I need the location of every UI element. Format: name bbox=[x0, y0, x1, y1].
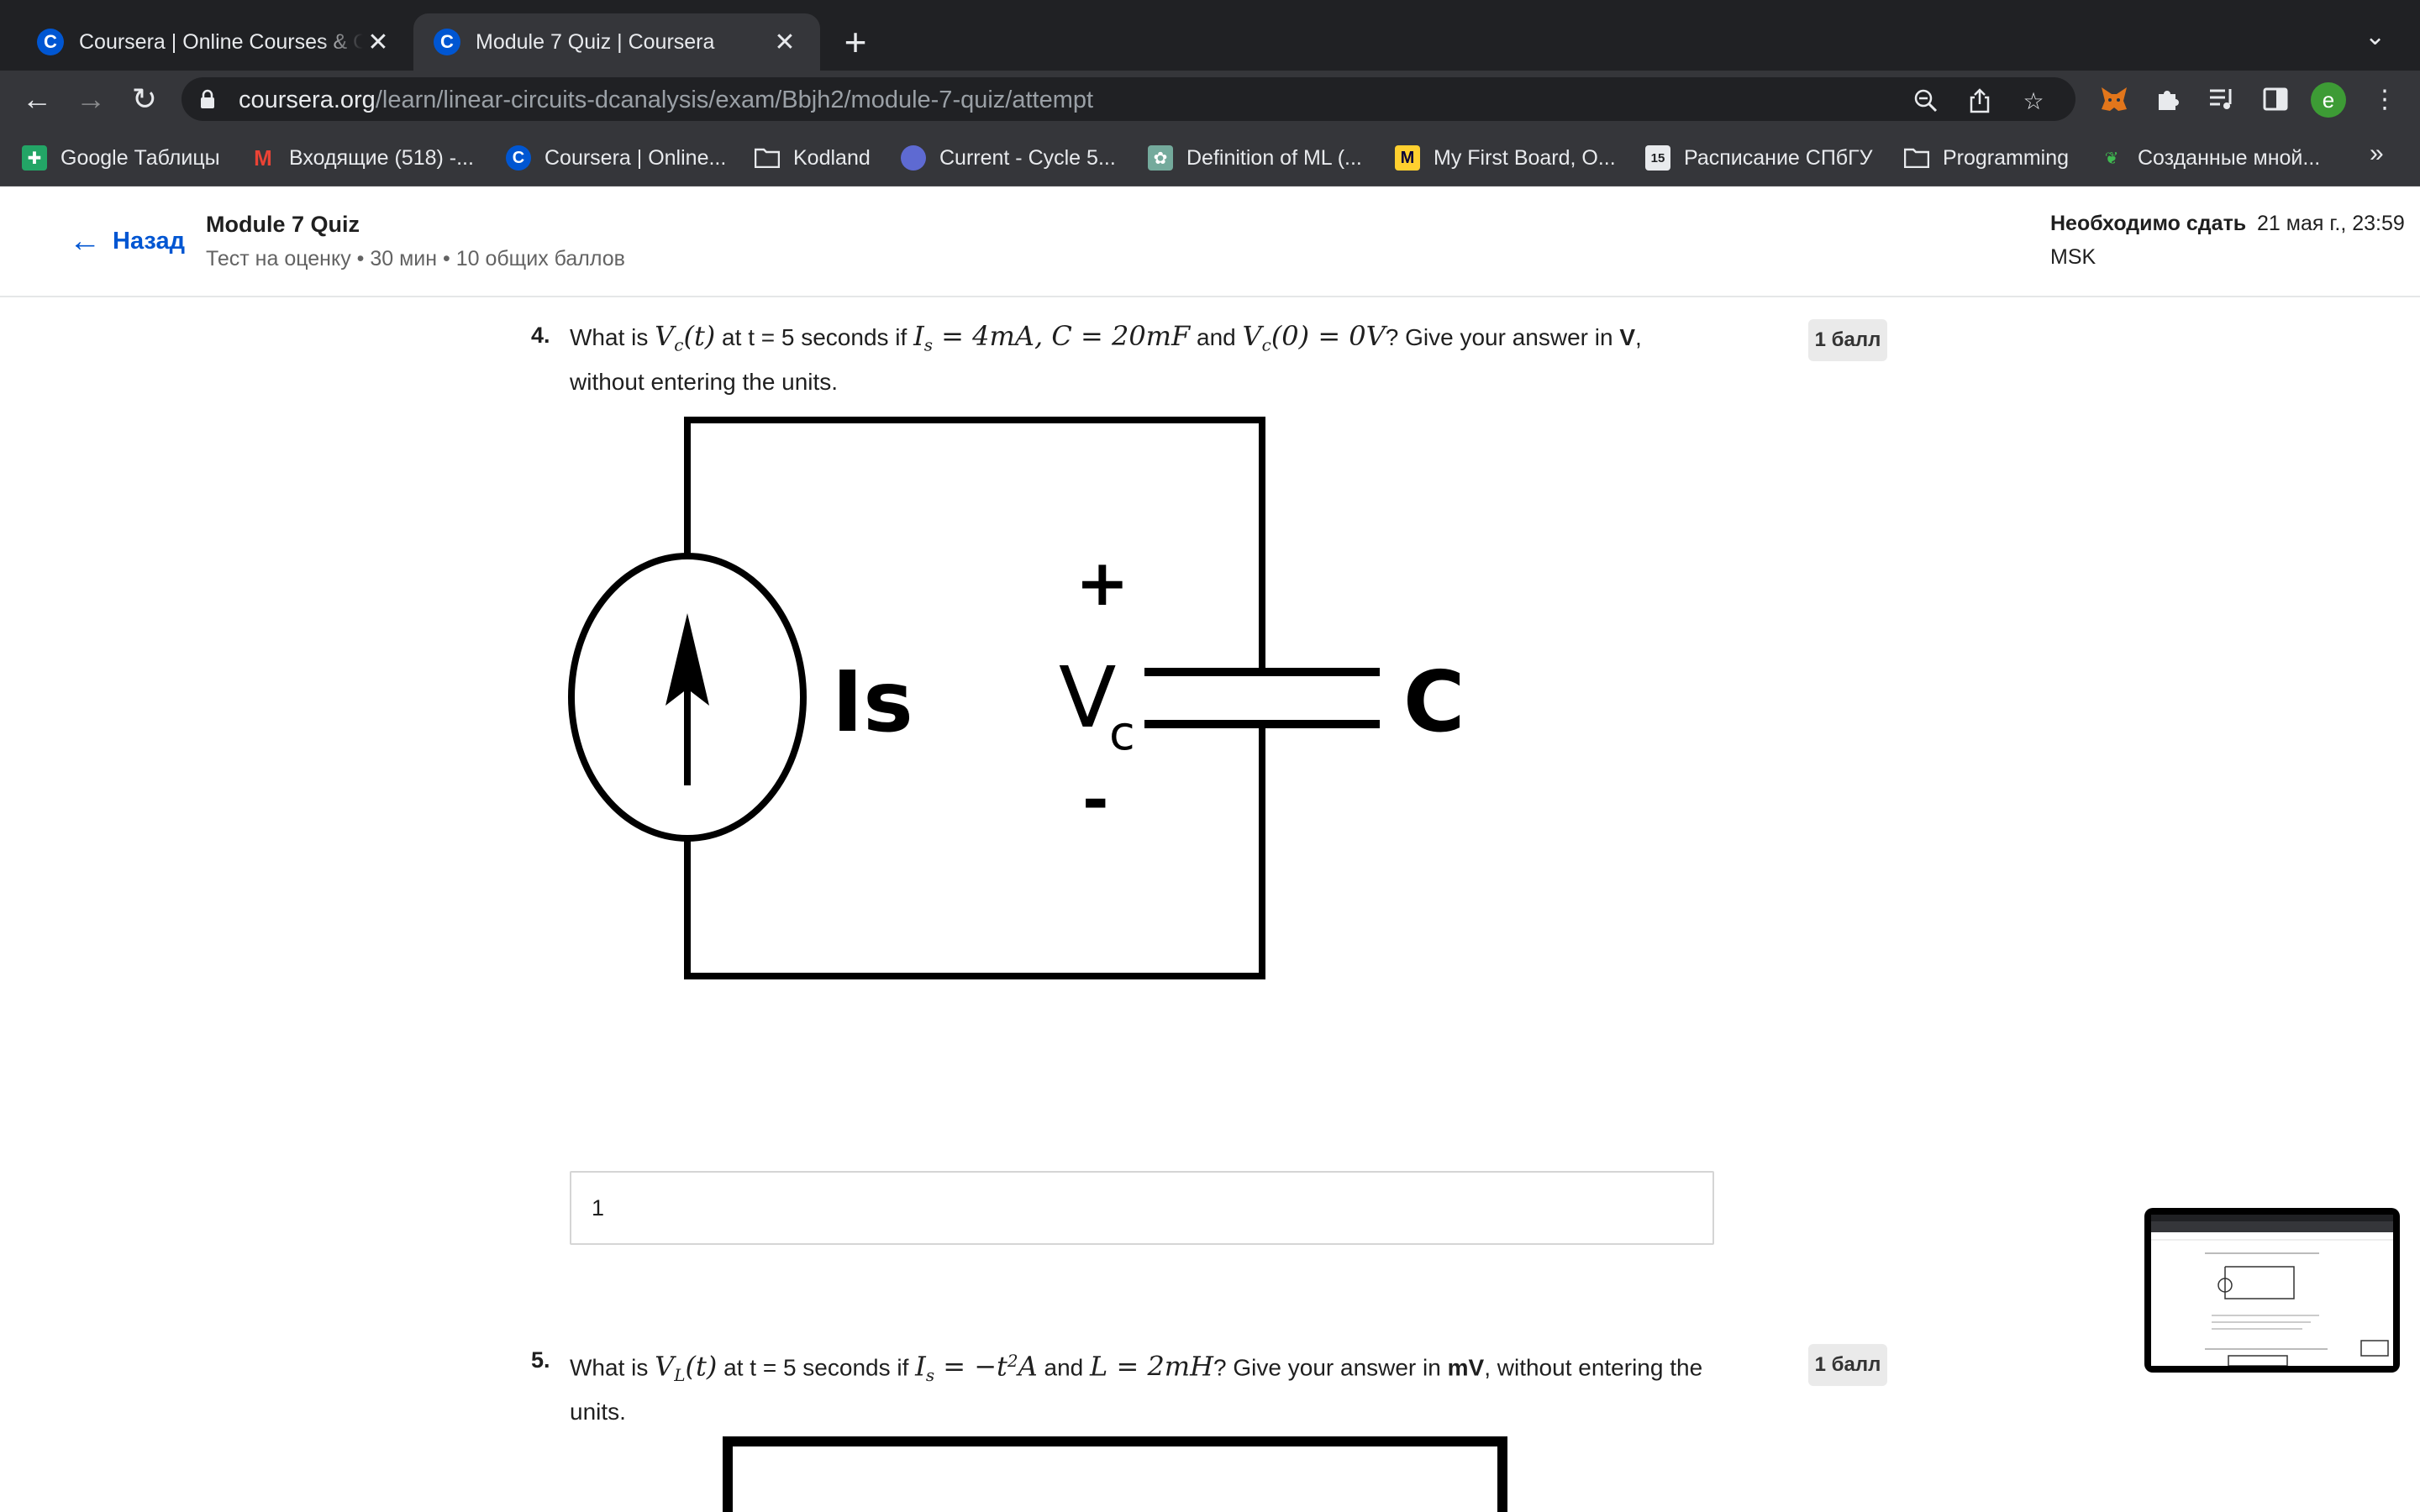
reading-list-icon[interactable] bbox=[2205, 82, 2238, 116]
address-bar[interactable]: coursera.org/learn/linear-circuits-dcana… bbox=[182, 77, 2075, 121]
side-panel-icon[interactable] bbox=[2259, 82, 2292, 116]
close-icon[interactable]: ✕ bbox=[770, 28, 800, 57]
profile-avatar[interactable]: e bbox=[2311, 82, 2346, 118]
bookmark-created-by-me[interactable]: ❦ Созданные мной... bbox=[2099, 143, 2321, 173]
circuit-wire bbox=[684, 726, 1265, 979]
due-label: Необходимо сдать bbox=[2050, 212, 2247, 235]
zoom-icon[interactable] bbox=[1911, 86, 1941, 116]
pip-miniature-page bbox=[2151, 1215, 2393, 1366]
back-label: Назад bbox=[113, 228, 185, 255]
tab-module-7-quiz[interactable]: C Module 7 Quiz | Coursera ✕ bbox=[413, 13, 820, 71]
kebab-menu-icon[interactable]: ⋮ bbox=[2368, 82, 2402, 116]
answer-input[interactable] bbox=[570, 1171, 1714, 1245]
bookmarks-overflow-chevron-icon[interactable]: » bbox=[2370, 139, 2384, 168]
browser-tabstrip: C Coursera | Online Courses & Credential… bbox=[0, 0, 2420, 71]
capacitor-label: C bbox=[1403, 653, 1462, 751]
bookmark-label: Входящие (518) -... bbox=[289, 145, 474, 170]
bookmark-linear[interactable]: Current - Cycle 5... bbox=[901, 143, 1116, 173]
bookmark-folder-programming[interactable]: Programming bbox=[1904, 143, 2069, 173]
share-icon[interactable] bbox=[1965, 86, 1995, 116]
reload-icon[interactable]: ↻ bbox=[124, 79, 165, 119]
url-text[interactable]: coursera.org/learn/linear-circuits-dcana… bbox=[239, 87, 1093, 114]
quiz-header: ← Назад Module 7 Quiz Тест на оценку • 3… bbox=[0, 186, 2420, 297]
bookmark-miro[interactable]: M My First Board, O... bbox=[1395, 143, 1616, 173]
bookmarks-bar: ✚ Google Таблицы M Входящие (518) -... C… bbox=[0, 128, 2420, 186]
bookmark-folder-kodland[interactable]: Kodland bbox=[755, 143, 871, 173]
coursera-favicon-icon: C bbox=[37, 29, 64, 55]
extensions-puzzle-icon[interactable] bbox=[2151, 82, 2185, 116]
circuit-wire bbox=[723, 1436, 1507, 1512]
circuit-diagram-q4: Is + V c - C bbox=[568, 417, 1462, 979]
tab-search-chevron-icon[interactable]: ⌄ bbox=[2365, 22, 2386, 51]
question-number: 4. bbox=[531, 323, 550, 348]
bookmark-gmail[interactable]: M Входящие (518) -... bbox=[250, 143, 474, 173]
due-date: 21 мая г., 23:59 bbox=[2257, 212, 2405, 235]
bookmark-label: Current - Cycle 5... bbox=[939, 145, 1116, 170]
bookmark-label: Расписание СПбГУ bbox=[1684, 145, 1873, 170]
folder-icon bbox=[755, 145, 780, 171]
bookmark-star-icon[interactable]: ☆ bbox=[2018, 86, 2049, 116]
quiz-title: Module 7 Quiz bbox=[206, 212, 360, 237]
chatgpt-icon: ✿ bbox=[1148, 145, 1173, 171]
tab-title: Coursera | Online Courses & Credentials … bbox=[79, 29, 363, 54]
source-label: Is bbox=[832, 653, 913, 751]
close-icon[interactable]: ✕ bbox=[363, 28, 393, 57]
due-timezone: MSK bbox=[2050, 245, 2096, 269]
voltage-subscript: c bbox=[1109, 706, 1135, 761]
new-tab-plus-icon[interactable]: + bbox=[837, 20, 874, 64]
lock-icon[interactable] bbox=[200, 89, 215, 109]
bookmark-label: Coursera | Online... bbox=[544, 145, 727, 170]
tab-coursera-home[interactable]: C Coursera | Online Courses & Credential… bbox=[17, 13, 413, 71]
bookmark-spbu-schedule[interactable]: 15 Расписание СПбГУ bbox=[1645, 143, 1873, 173]
back-arrow-icon[interactable]: ← bbox=[17, 79, 57, 119]
question-text: What is Vc(t) at t = 5 seconds if Is = 4… bbox=[570, 320, 1642, 395]
bookmark-google-sheets[interactable]: ✚ Google Таблицы bbox=[22, 143, 220, 173]
folder-icon bbox=[1904, 145, 1929, 171]
back-link[interactable]: ← Назад bbox=[69, 223, 185, 260]
quiz-meta: Тест на оценку • 30 мин • 10 общих балло… bbox=[206, 247, 625, 270]
forward-arrow-icon[interactable]: → bbox=[71, 79, 111, 119]
circuit-wire bbox=[684, 417, 1265, 670]
back-arrow-icon: ← bbox=[69, 223, 101, 259]
bookmark-label: My First Board, O... bbox=[1434, 145, 1616, 170]
voltage-label: V bbox=[1059, 648, 1116, 747]
bookmark-label: Definition of ML (... bbox=[1186, 145, 1362, 170]
bookmark-label: Programming bbox=[1943, 145, 2070, 170]
picture-in-picture-window[interactable] bbox=[2144, 1208, 2400, 1373]
question-text: What is VL(t) at t = 5 seconds if Is = −… bbox=[570, 1350, 1703, 1425]
sheets-icon: ✚ bbox=[22, 145, 47, 171]
browser-toolbar: ← → ↻ coursera.org/learn/linear-circuits… bbox=[0, 71, 2420, 128]
miro-icon: M bbox=[1395, 145, 1420, 171]
question-number: 5. bbox=[531, 1347, 550, 1373]
points-badge: 1 балл bbox=[1808, 1344, 1887, 1386]
bookmark-chatgpt[interactable]: ✿ Definition of ML (... bbox=[1148, 143, 1362, 173]
tab-title: Module 7 Quiz | Coursera bbox=[476, 29, 715, 54]
minus-label: - bbox=[1082, 762, 1109, 837]
bookmark-label: Google Таблицы bbox=[60, 145, 220, 170]
pip-screen-thumbnail bbox=[2151, 1215, 2393, 1366]
coursera-icon: C bbox=[506, 145, 531, 171]
plus-label: + bbox=[1076, 545, 1129, 620]
coursera-favicon-icon: C bbox=[434, 29, 460, 55]
leaf-icon: ❦ bbox=[2104, 149, 2119, 168]
circuit-diagram-q5 bbox=[723, 1436, 1507, 1512]
bookmark-coursera[interactable]: C Coursera | Online... bbox=[506, 143, 726, 173]
metamask-fox-icon[interactable] bbox=[2097, 82, 2131, 116]
calendar-icon: 15 bbox=[1645, 145, 1670, 171]
bookmark-label: Созданные мной... bbox=[2138, 145, 2321, 170]
gmail-icon: M bbox=[254, 144, 272, 171]
bookmark-label: Kodland bbox=[793, 145, 871, 170]
points-badge: 1 балл bbox=[1808, 319, 1887, 361]
linear-icon bbox=[901, 145, 926, 171]
